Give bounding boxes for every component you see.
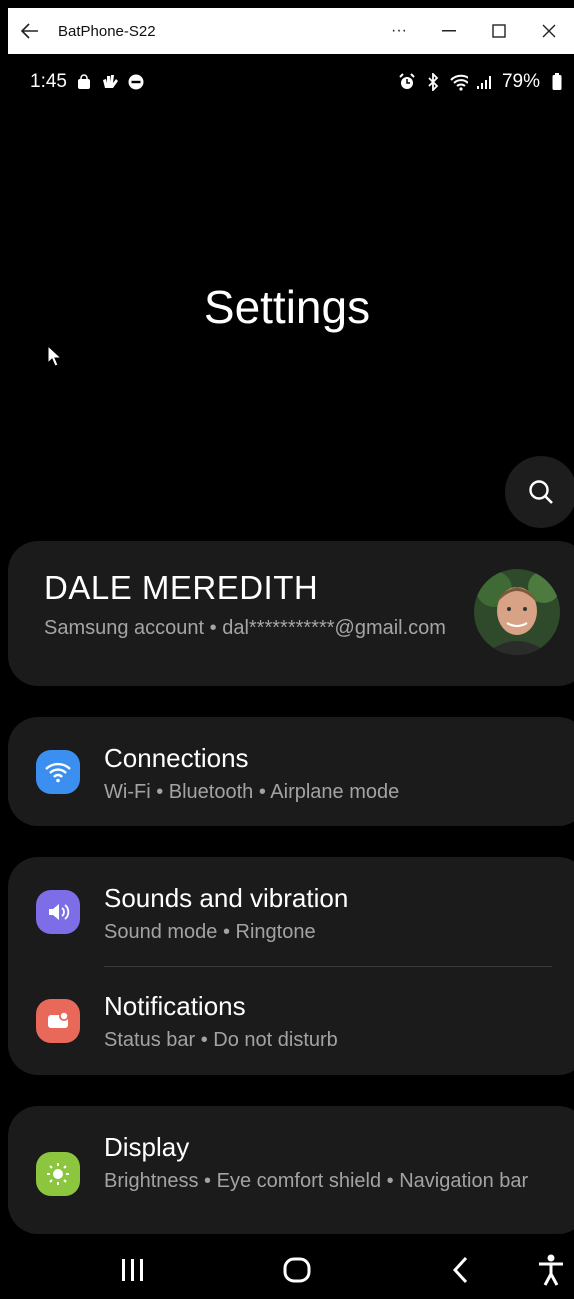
volume-icon [36,890,80,934]
item-subtitle: Wi-Fi • Bluetooth • Airplane mode [104,781,400,803]
window-frame [0,8,8,1299]
item-label: Display [104,1132,190,1162]
accessibility-icon [539,1254,563,1286]
back-button[interactable] [8,8,52,54]
home-icon [283,1257,311,1283]
battery-icon [548,73,566,91]
profile-account: Samsung account • dal***********@gmail.c… [44,617,446,639]
do-not-disturb-icon [127,73,145,91]
shopping-bag-icon [75,73,93,91]
brightness-icon [36,1152,80,1196]
mouse-cursor-icon [47,345,63,367]
page-title: Settings [203,281,371,333]
notification-icon [36,999,80,1043]
minimize-icon [442,30,456,32]
window-titlebar: BatPhone-S22 ··· [8,8,574,54]
hand-wave-icon [101,73,119,91]
status-time: 1:45 [30,71,67,92]
item-label: Sounds and vibration [104,883,349,913]
more-horizontal-icon: ··· [391,22,407,39]
wifi-icon [36,750,80,794]
settings-item-display[interactable]: Display Brightness • Eye comfort shield … [8,1106,568,1234]
chevron-left-icon [452,1256,468,1284]
battery-percent: 79% [501,71,540,92]
display-card: Display Brightness • Eye comfort shield … [8,1106,574,1234]
close-icon [542,24,556,38]
profile-name: DALE MEREDITH [44,569,319,606]
item-subtitle: Status bar • Do not disturb [104,1029,338,1051]
minimize-button[interactable] [424,8,474,54]
search-icon [529,480,553,504]
maximize-icon [492,24,506,38]
home-button[interactable] [280,1254,314,1286]
maximize-button[interactable] [474,8,524,54]
back-nav-button[interactable] [446,1254,474,1286]
item-subtitle: Sound mode • Ringtone [104,921,316,943]
navigation-bar [0,1240,574,1299]
sound-notifications-card: Sounds and vibration Sound mode • Ringto… [8,857,574,1075]
signal-icon [476,73,494,91]
recents-button[interactable] [116,1254,150,1286]
settings-item-connections[interactable]: Connections Wi-Fi • Bluetooth • Airplane… [8,717,568,826]
window-title: BatPhone-S22 [58,22,156,40]
item-label: Notifications [104,991,246,1021]
status-bar: 1:45 79% [30,68,566,96]
item-label: Connections [104,743,249,773]
avatar[interactable] [474,569,560,655]
wifi-icon [450,73,468,91]
more-button[interactable]: ··· [374,8,424,54]
recents-icon [122,1259,143,1281]
item-subtitle: Brightness • Eye comfort shield • Naviga… [104,1170,529,1192]
search-button[interactable] [505,456,574,528]
close-button[interactable] [524,8,574,54]
profile-card[interactable]: DALE MEREDITH Samsung account • dal*****… [8,541,574,686]
accessibility-button[interactable] [536,1254,566,1286]
arrow-left-icon [21,23,38,39]
connections-card: Connections Wi-Fi • Bluetooth • Airplane… [8,717,574,826]
settings-item-sounds[interactable]: Sounds and vibration Sound mode • Ringto… [8,857,568,966]
settings-item-notifications[interactable]: Notifications Status bar • Do not distur… [8,967,568,1075]
alarm-icon [398,73,416,91]
bluetooth-icon [424,73,442,91]
